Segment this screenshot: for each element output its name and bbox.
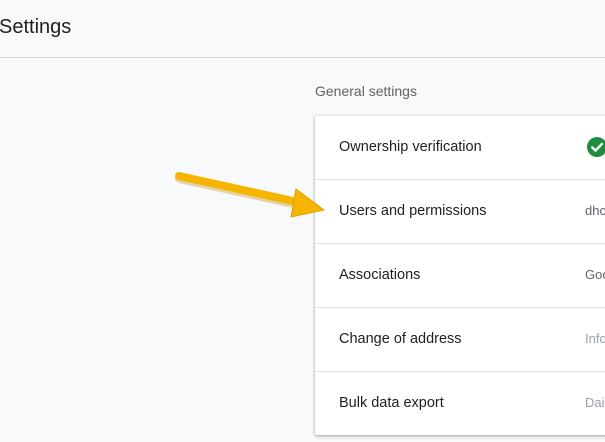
- general-settings-card: Ownership verification Users and permiss…: [315, 116, 605, 435]
- settings-row-value: dhc: [585, 203, 605, 218]
- settings-row-value: Goo: [585, 267, 605, 282]
- settings-row-change-of-address[interactable]: Change of address Info: [315, 308, 605, 372]
- settings-row-associations[interactable]: Associations Goo: [315, 244, 605, 308]
- settings-row-label: Change of address: [339, 331, 462, 347]
- settings-row-value: Dai: [585, 395, 605, 410]
- settings-row-label: Associations: [339, 267, 421, 283]
- settings-row-value: Info: [585, 331, 605, 346]
- settings-row-users-and-permissions[interactable]: Users and permissions dhc: [315, 180, 605, 244]
- settings-page: Settings General settings Ownership veri…: [0, 0, 605, 442]
- arrow-annotation-icon: [175, 172, 326, 218]
- settings-row-ownership-verification[interactable]: Ownership verification: [315, 116, 605, 180]
- general-settings-heading: General settings: [315, 83, 417, 99]
- settings-row-label: Users and permissions: [339, 203, 487, 219]
- settings-row-label: Ownership verification: [339, 139, 482, 155]
- check-circle-icon: [587, 137, 605, 157]
- settings-row-label: Bulk data export: [339, 395, 444, 411]
- settings-row-bulk-data-export[interactable]: Bulk data export Dai: [315, 372, 605, 435]
- page-header: Settings: [0, 0, 605, 58]
- page-title: Settings: [0, 16, 72, 38]
